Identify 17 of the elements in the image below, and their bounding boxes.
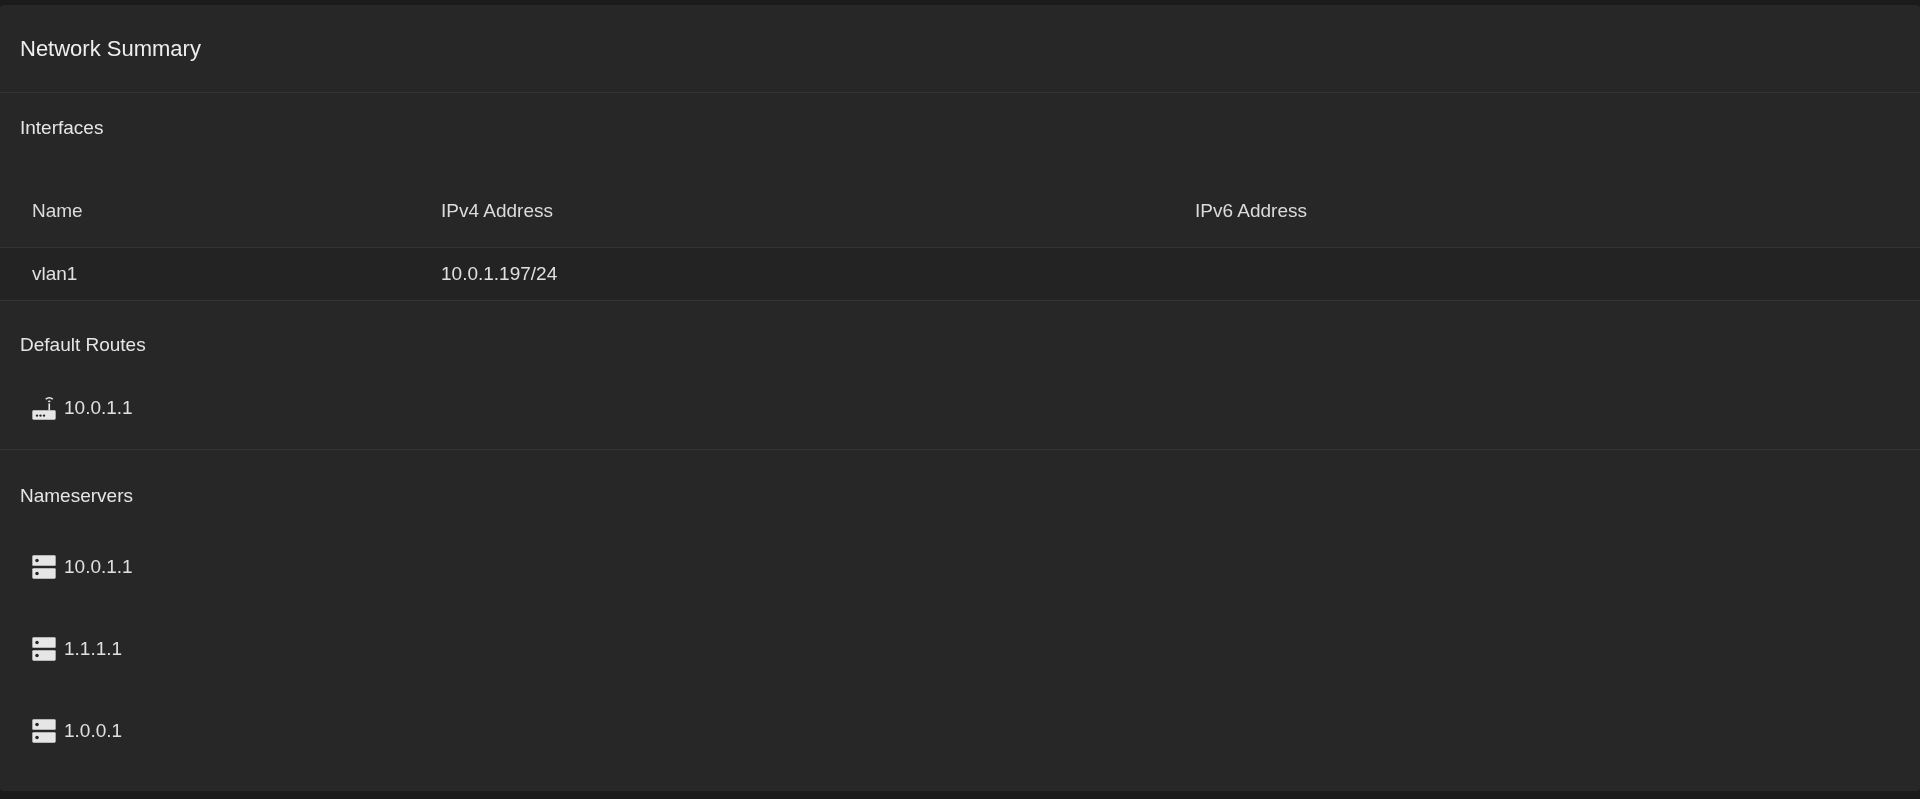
ip-address: 10.0.1.1	[64, 554, 133, 579]
column-header: IPv4 Address	[441, 199, 553, 221]
router-icon	[30, 394, 58, 422]
ip-address: 10.0.1.1	[64, 395, 133, 420]
table-cell: 10.0.1.197/24	[441, 262, 558, 284]
table-cell: vlan1	[32, 262, 78, 284]
section-title: Nameservers	[20, 483, 133, 508]
section-title: Default Routes	[20, 332, 146, 357]
column-header: IPv6 Address	[1195, 199, 1307, 221]
ip-address: 1.0.0.1	[64, 718, 123, 743]
card-title: Network Summary	[20, 35, 201, 63]
server-icon	[30, 553, 58, 581]
ip-address: 1.1.1.1	[64, 636, 123, 661]
section-title: Interfaces	[20, 115, 104, 140]
column-header: Name	[32, 199, 83, 221]
server-icon	[30, 635, 58, 663]
server-icon	[30, 717, 58, 745]
